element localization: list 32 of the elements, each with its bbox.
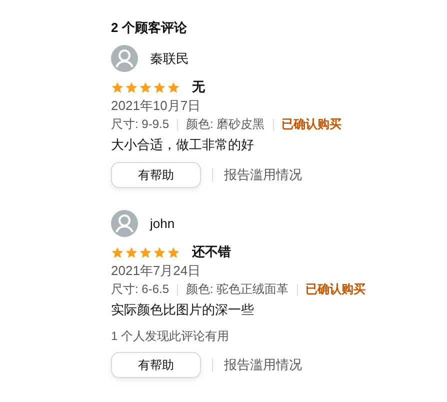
verified-purchase: 已确认购买: [306, 281, 366, 298]
star-icon: [139, 80, 152, 94]
size-label: 尺寸: 6-6.5: [111, 281, 170, 298]
helpful-button[interactable]: 有帮助: [111, 162, 201, 188]
star-icon: [111, 80, 124, 94]
avatar-icon: [111, 45, 138, 72]
avatar-icon: [111, 210, 138, 237]
verified-purchase: 已确认购买: [282, 116, 342, 133]
star-icon: [125, 246, 138, 258]
color-label: 颜色: 磨砂皮黑: [186, 116, 265, 133]
size-label: 尺寸: 9-9.5: [111, 116, 170, 133]
helpful-button[interactable]: 有帮助: [111, 352, 201, 378]
review-title: 无: [192, 78, 205, 96]
review-date: 2021年10月7日: [111, 97, 202, 115]
reviews-heading: 2 个顾客评论: [111, 19, 188, 37]
review-body: 大小合适，做工非常的好: [111, 136, 255, 154]
helpful-count: 1 个人发现此评论有用: [111, 328, 230, 345]
report-link[interactable]: 报告滥用情况: [224, 165, 302, 185]
color-label: 颜色: 驼色正绒面革: [186, 281, 289, 298]
reviewer-name: 秦联民: [150, 50, 189, 68]
star-icon: [125, 80, 138, 94]
review-date: 2021年7月24日: [111, 262, 202, 280]
star-icon: [139, 246, 152, 258]
review-title: 还不错: [192, 243, 231, 262]
star-icon: [167, 80, 180, 94]
star-icon: [153, 246, 166, 258]
star-icon: [111, 246, 124, 258]
star-icon: [167, 246, 180, 258]
report-link[interactable]: 报告滥用情况: [224, 355, 302, 375]
star-icon: [153, 80, 166, 94]
reviewer-name: john: [150, 214, 175, 233]
review-body: 实际颜色比图片的深一些: [111, 301, 255, 319]
